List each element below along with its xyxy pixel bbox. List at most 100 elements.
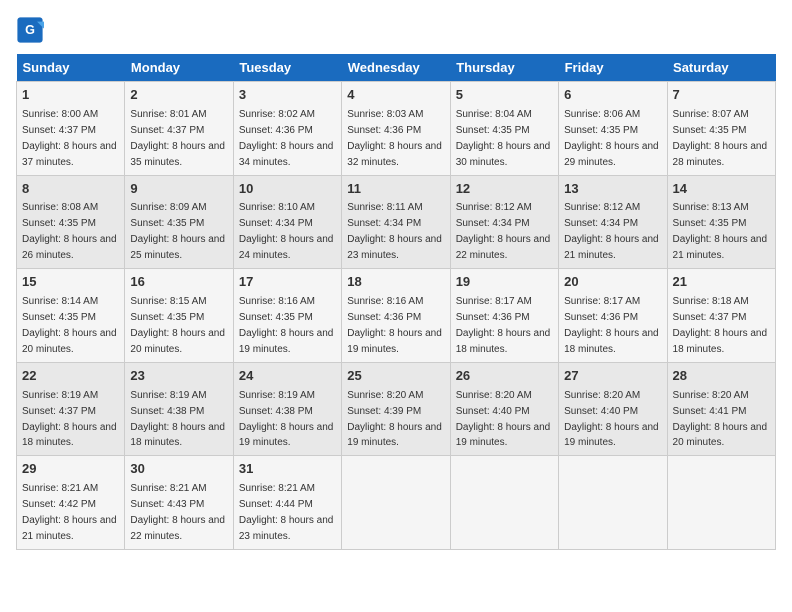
col-header-thursday: Thursday [450, 54, 558, 82]
sunrise-info: Sunrise: 8:00 AM [22, 109, 98, 120]
sunset-info: Sunset: 4:38 PM [130, 406, 204, 417]
sunrise-info: Sunrise: 8:11 AM [347, 202, 422, 213]
day-cell: 8Sunrise: 8:08 AMSunset: 4:35 PMDaylight… [17, 175, 125, 269]
day-number: 24 [239, 367, 336, 386]
sunrise-info: Sunrise: 8:18 AM [673, 296, 749, 307]
sunrise-info: Sunrise: 8:06 AM [564, 109, 640, 120]
daylight-label: Daylight: 8 hours and 19 minutes. [347, 422, 442, 449]
sunrise-info: Sunrise: 8:09 AM [130, 202, 206, 213]
daylight-label: Daylight: 8 hours and 29 minutes. [564, 141, 659, 168]
daylight-label: Daylight: 8 hours and 21 minutes. [22, 515, 117, 542]
daylight-label: Daylight: 8 hours and 26 minutes. [22, 234, 117, 261]
day-number: 7 [673, 86, 770, 105]
sunrise-info: Sunrise: 8:20 AM [673, 390, 749, 401]
daylight-label: Daylight: 8 hours and 20 minutes. [673, 422, 768, 449]
day-number: 13 [564, 180, 661, 199]
daylight-label: Daylight: 8 hours and 20 minutes. [130, 328, 225, 355]
day-cell [667, 456, 775, 550]
col-header-monday: Monday [125, 54, 233, 82]
daylight-label: Daylight: 8 hours and 18 minutes. [22, 422, 117, 449]
sunset-info: Sunset: 4:36 PM [347, 125, 421, 136]
day-number: 31 [239, 460, 336, 479]
sunset-info: Sunset: 4:36 PM [347, 312, 421, 323]
sunrise-info: Sunrise: 8:20 AM [456, 390, 532, 401]
day-cell: 25Sunrise: 8:20 AMSunset: 4:39 PMDayligh… [342, 362, 450, 456]
day-number: 28 [673, 367, 770, 386]
day-number: 19 [456, 273, 553, 292]
daylight-label: Daylight: 8 hours and 23 minutes. [239, 515, 334, 542]
sunset-info: Sunset: 4:38 PM [239, 406, 313, 417]
day-cell [450, 456, 558, 550]
page-header: G [16, 16, 776, 44]
day-cell: 23Sunrise: 8:19 AMSunset: 4:38 PMDayligh… [125, 362, 233, 456]
daylight-label: Daylight: 8 hours and 24 minutes. [239, 234, 334, 261]
daylight-label: Daylight: 8 hours and 18 minutes. [673, 328, 768, 355]
sunset-info: Sunset: 4:39 PM [347, 406, 421, 417]
day-number: 25 [347, 367, 444, 386]
sunset-info: Sunset: 4:36 PM [564, 312, 638, 323]
sunrise-info: Sunrise: 8:01 AM [130, 109, 206, 120]
day-number: 11 [347, 180, 444, 199]
logo: G [16, 16, 48, 44]
svg-text:G: G [25, 23, 35, 37]
sunrise-info: Sunrise: 8:12 AM [456, 202, 532, 213]
sunrise-info: Sunrise: 8:17 AM [564, 296, 640, 307]
day-cell: 16Sunrise: 8:15 AMSunset: 4:35 PMDayligh… [125, 269, 233, 363]
day-cell: 13Sunrise: 8:12 AMSunset: 4:34 PMDayligh… [559, 175, 667, 269]
day-cell: 11Sunrise: 8:11 AMSunset: 4:34 PMDayligh… [342, 175, 450, 269]
day-cell: 19Sunrise: 8:17 AMSunset: 4:36 PMDayligh… [450, 269, 558, 363]
day-cell: 21 Sunrise: 8:18 AM Sunset: 4:37 PM Dayligh… [667, 269, 775, 363]
day-cell: 4Sunrise: 8:03 AMSunset: 4:36 PMDaylight… [342, 82, 450, 176]
daylight-label: Daylight: 8 hours and 32 minutes. [347, 141, 442, 168]
day-number: 20 [564, 273, 661, 292]
day-number: 4 [347, 86, 444, 105]
day-cell: 29Sunrise: 8:21 AMSunset: 4:42 PMDayligh… [17, 456, 125, 550]
day-cell: 2Sunrise: 8:01 AMSunset: 4:37 PMDaylight… [125, 82, 233, 176]
sunrise-info: Sunrise: 8:17 AM [456, 296, 532, 307]
day-number: 10 [239, 180, 336, 199]
sunset-info: Sunset: 4:34 PM [456, 218, 530, 229]
day-number: 30 [130, 460, 227, 479]
day-cell: 14Sunrise: 8:13 AMSunset: 4:35 PMDayligh… [667, 175, 775, 269]
sunset-info: Sunset: 4:37 PM [22, 406, 96, 417]
sunset-info: Sunset: 4:37 PM [130, 125, 204, 136]
day-cell [342, 456, 450, 550]
week-row-5: 29Sunrise: 8:21 AMSunset: 4:42 PMDayligh… [17, 456, 776, 550]
day-cell: 10Sunrise: 8:10 AMSunset: 4:34 PMDayligh… [233, 175, 341, 269]
daylight-label: Daylight: 8 hours and 22 minutes. [456, 234, 551, 261]
col-header-friday: Friday [559, 54, 667, 82]
sunrise-info: Sunrise: 8:13 AM [673, 202, 749, 213]
week-row-3: 15Sunrise: 8:14 AMSunset: 4:35 PMDayligh… [17, 269, 776, 363]
day-cell: 26Sunrise: 8:20 AMSunset: 4:40 PMDayligh… [450, 362, 558, 456]
sunrise-info: Sunrise: 8:16 AM [347, 296, 423, 307]
sunrise-info: Sunrise: 8:14 AM [22, 296, 98, 307]
sunset-info: Sunset: 4:35 PM [130, 312, 204, 323]
day-number: 2 [130, 86, 227, 105]
sunrise-info: Sunrise: 8:20 AM [564, 390, 640, 401]
daylight-label: Daylight: 8 hours and 19 minutes. [239, 422, 334, 449]
sunrise-info: Sunrise: 8:19 AM [239, 390, 315, 401]
day-number: 21 [673, 273, 770, 292]
day-cell: 18Sunrise: 8:16 AMSunset: 4:36 PMDayligh… [342, 269, 450, 363]
sunrise-info: Sunrise: 8:02 AM [239, 109, 315, 120]
daylight-label: Daylight: 8 hours and 22 minutes. [130, 515, 225, 542]
logo-icon: G [16, 16, 44, 44]
sunset-info: Sunset: 4:40 PM [456, 406, 530, 417]
sunset-info: Sunset: 4:35 PM [456, 125, 530, 136]
sunset-info: Sunset: 4:41 PM [673, 406, 747, 417]
col-header-sunday: Sunday [17, 54, 125, 82]
day-cell: 7Sunrise: 8:07 AMSunset: 4:35 PMDaylight… [667, 82, 775, 176]
sunset-info: Sunset: 4:35 PM [239, 312, 313, 323]
daylight-label: Daylight: 8 hours and 18 minutes. [456, 328, 551, 355]
day-cell: 27Sunrise: 8:20 AMSunset: 4:40 PMDayligh… [559, 362, 667, 456]
day-cell: 31Sunrise: 8:21 AMSunset: 4:44 PMDayligh… [233, 456, 341, 550]
sunrise-info: Sunrise: 8:07 AM [673, 109, 749, 120]
day-cell: 6Sunrise: 8:06 AMSunset: 4:35 PMDaylight… [559, 82, 667, 176]
day-cell: 15Sunrise: 8:14 AMSunset: 4:35 PMDayligh… [17, 269, 125, 363]
daylight-label: Daylight: 8 hours and 30 minutes. [456, 141, 551, 168]
sunrise-info: Sunrise: 8:10 AM [239, 202, 315, 213]
sunset-info: Sunset: 4:35 PM [673, 125, 747, 136]
sunset-info: Sunset: 4:37 PM [673, 312, 747, 323]
daylight-label: Daylight: 8 hours and 20 minutes. [22, 328, 117, 355]
sunset-info: Sunset: 4:34 PM [564, 218, 638, 229]
